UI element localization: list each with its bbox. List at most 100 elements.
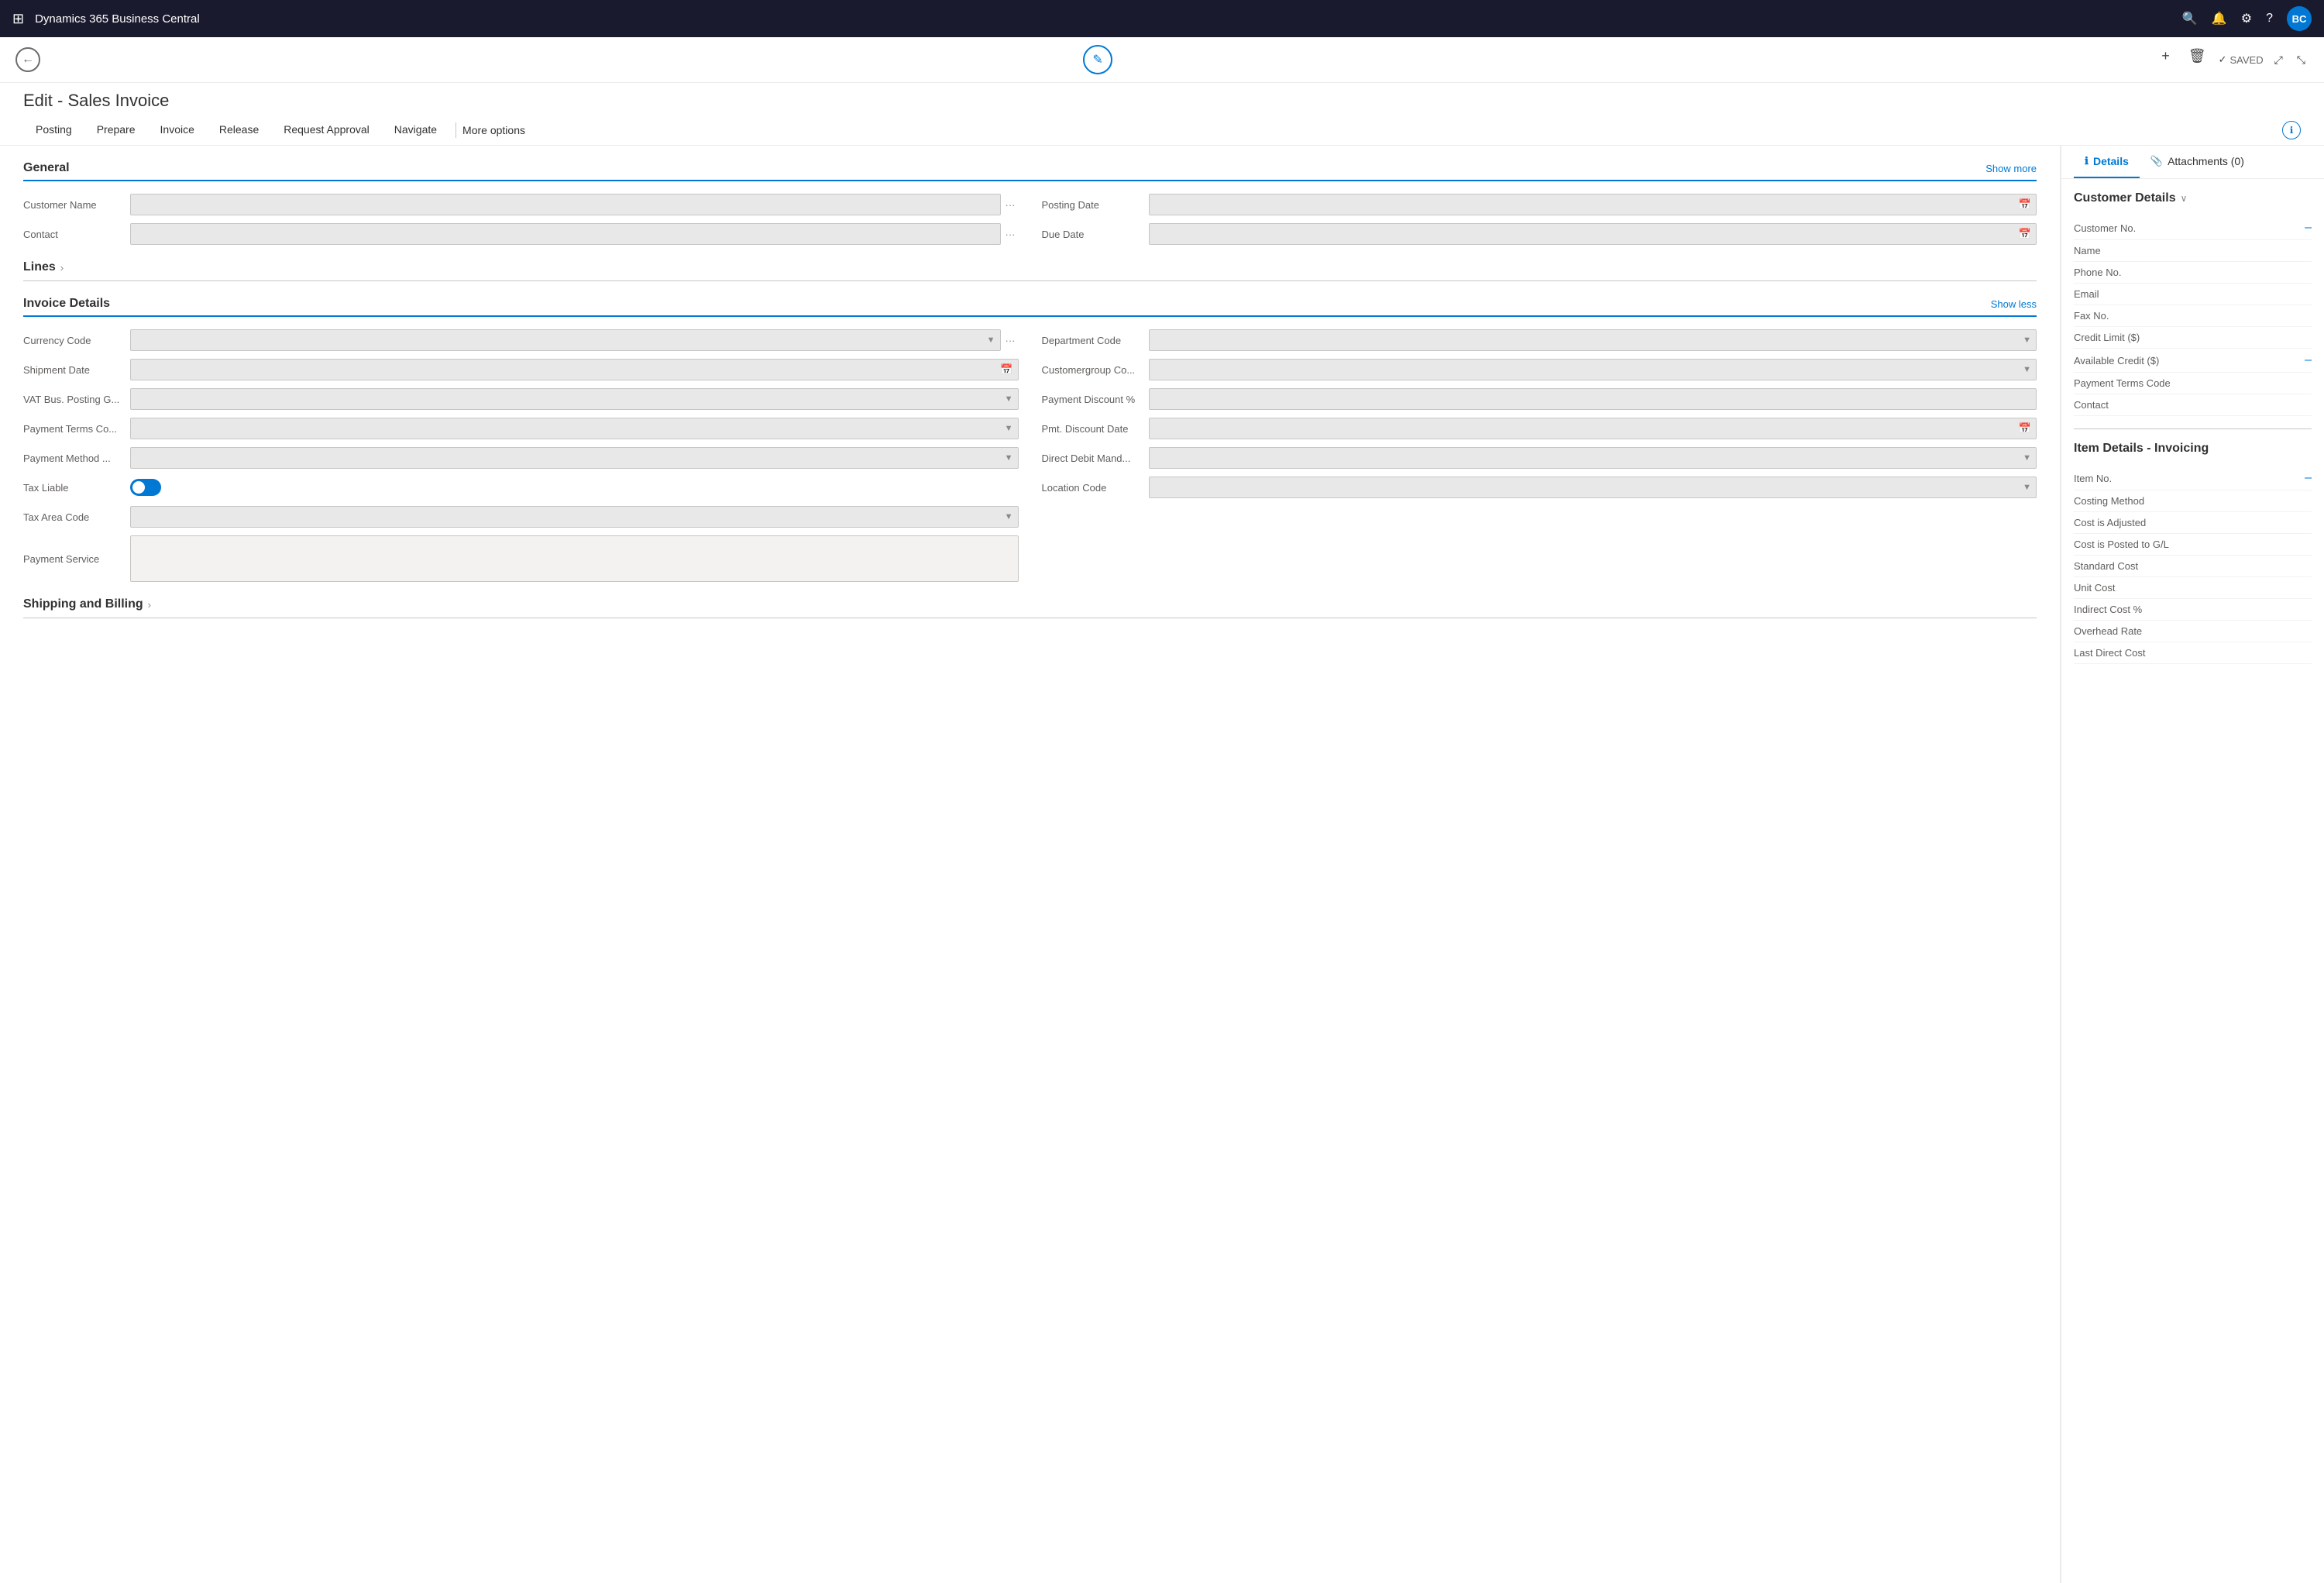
back-button[interactable]: ←	[15, 47, 40, 72]
tax-area-code-input-wrap: ▼	[130, 506, 1019, 528]
payment-terms-dropdown-icon[interactable]: ▼	[1005, 424, 1013, 433]
collapse-button[interactable]: ⤡	[2294, 50, 2309, 70]
avatar[interactable]: BC	[2287, 6, 2312, 31]
contact-input-group: ···	[130, 223, 1019, 245]
panel-divider	[2074, 428, 2312, 429]
info-button[interactable]: ℹ	[2282, 121, 2301, 139]
edit-button[interactable]: ✎	[1083, 45, 1112, 74]
location-code-label: Location Code	[1042, 482, 1143, 494]
standard-cost-label: Standard Cost	[2074, 560, 2138, 572]
tax-area-code-row: Tax Area Code ▼	[23, 506, 1019, 528]
customer-details-chevron[interactable]: ∨	[2181, 193, 2188, 204]
add-button[interactable]: +	[2158, 45, 2173, 74]
show-more-link[interactable]: Show more	[1985, 163, 2037, 174]
customer-no-value[interactable]: –	[2305, 221, 2312, 235]
customer-name-label: Customer Name	[23, 199, 124, 211]
shipping-arrow-icon[interactable]: ›	[148, 599, 151, 611]
due-date-input[interactable]: 📅	[1149, 223, 2037, 245]
help-icon[interactable]: ?	[2266, 12, 2273, 26]
tab-request-approval[interactable]: Request Approval	[271, 115, 382, 145]
show-less-link[interactable]: Show less	[1991, 298, 2037, 310]
cd-payment-terms-row: Payment Terms Code	[2074, 373, 2312, 394]
customergroup-row: Customergroup Co... ▼	[1042, 359, 2037, 380]
saved-label: SAVED	[2229, 54, 2263, 66]
vat-bus-input[interactable]: ▼	[130, 388, 1019, 410]
grid-icon[interactable]: ⊞	[12, 11, 24, 27]
shipment-date-input[interactable]: 📅	[130, 359, 1019, 380]
unit-cost-row: Unit Cost	[2074, 577, 2312, 599]
contact-label: Contact	[23, 229, 124, 240]
attachments-tab-icon: 📎	[2150, 155, 2163, 167]
tax-area-code-dropdown-icon[interactable]: ▼	[1005, 512, 1013, 521]
expand-button[interactable]: ⤢	[2271, 50, 2286, 70]
payment-method-dropdown-icon[interactable]: ▼	[1005, 453, 1013, 463]
shipment-date-calendar-icon[interactable]: 📅	[1000, 363, 1012, 376]
tab-details[interactable]: ℹ Details	[2074, 146, 2140, 178]
standard-cost-row: Standard Cost	[2074, 556, 2312, 577]
cd-available-credit-value[interactable]: –	[2305, 353, 2312, 367]
item-no-value[interactable]: –	[2305, 471, 2312, 485]
tax-area-code-input[interactable]: ▼	[130, 506, 1019, 528]
lines-header: Lines ›	[23, 260, 2037, 281]
item-no-label: Item No.	[2074, 473, 2112, 484]
payment-terms-input[interactable]: ▼	[130, 418, 1019, 439]
tax-liable-toggle-wrap	[130, 479, 161, 496]
vat-bus-row: VAT Bus. Posting G... ▼	[23, 388, 1019, 410]
currency-code-row: Currency Code ▼ ···	[23, 329, 1019, 351]
payment-method-input[interactable]: ▼	[130, 447, 1019, 469]
contact-input[interactable]	[130, 223, 1001, 245]
posting-date-calendar-icon[interactable]: 📅	[2019, 198, 2031, 211]
currency-code-input[interactable]: ▼	[130, 329, 1001, 351]
toolbar-right: ✓ SAVED ⤢ ⤡	[2219, 50, 2309, 70]
invoice-details-form: Currency Code ▼ ··· Department Code	[23, 329, 2037, 582]
customer-no-row: Customer No. –	[2074, 216, 2312, 240]
tab-navigate[interactable]: Navigate	[382, 115, 449, 145]
department-code-row: Department Code ▼	[1042, 329, 2037, 351]
tab-invoice[interactable]: Invoice	[148, 115, 207, 145]
due-date-calendar-icon[interactable]: 📅	[2019, 228, 2031, 240]
tax-liable-toggle[interactable]	[130, 479, 161, 496]
currency-code-dropdown-icon[interactable]: ▼	[987, 336, 995, 345]
location-code-row: Location Code ▼	[1042, 477, 2037, 498]
more-options-button[interactable]: More options	[462, 124, 525, 136]
app-title: Dynamics 365 Business Central	[35, 12, 2182, 26]
posting-date-input[interactable]: 📅	[1149, 194, 2037, 215]
currency-code-dots-icon[interactable]: ···	[1002, 335, 1019, 346]
tab-attachments[interactable]: 📎 Attachments (0)	[2140, 146, 2255, 178]
notification-icon[interactable]: 🔔	[2212, 11, 2227, 26]
department-code-dropdown-icon[interactable]: ▼	[2023, 336, 2031, 345]
payment-discount-input[interactable]	[1149, 388, 2037, 410]
tab-release[interactable]: Release	[207, 115, 271, 145]
pmt-discount-date-calendar-icon[interactable]: 📅	[2019, 422, 2031, 435]
customergroup-dropdown-icon[interactable]: ▼	[2023, 365, 2031, 374]
payment-service-input-wrap	[130, 535, 1019, 582]
direct-debit-dropdown-icon[interactable]: ▼	[2023, 453, 2031, 463]
tab-prepare[interactable]: Prepare	[84, 115, 148, 145]
general-form: Customer Name ··· Posting Date 📅	[23, 194, 2037, 245]
search-icon[interactable]: 🔍	[2182, 11, 2198, 26]
payment-discount-row: Payment Discount %	[1042, 388, 2037, 410]
direct-debit-input[interactable]: ▼	[1149, 447, 2037, 469]
department-code-input[interactable]: ▼	[1149, 329, 2037, 351]
payment-service-input[interactable]	[130, 535, 1019, 582]
contact-dots-icon[interactable]: ···	[1002, 229, 1019, 240]
cost-posted-row: Cost is Posted to G/L	[2074, 534, 2312, 556]
location-code-input[interactable]: ▼	[1149, 477, 2037, 498]
pmt-discount-date-input[interactable]: 📅	[1149, 418, 2037, 439]
tax-liable-input-wrap	[130, 479, 1019, 496]
tab-posting[interactable]: Posting	[23, 115, 84, 145]
delete-button[interactable]: 🗑	[2185, 45, 2209, 74]
cd-email-label: Email	[2074, 288, 2099, 300]
indirect-cost-label: Indirect Cost %	[2074, 604, 2142, 615]
vat-bus-dropdown-icon[interactable]: ▼	[1005, 394, 1013, 404]
customer-name-input[interactable]	[130, 194, 1001, 215]
cd-fax-label: Fax No.	[2074, 310, 2109, 322]
customer-name-input-wrap: ···	[130, 194, 1019, 215]
customer-name-dots-icon[interactable]: ···	[1002, 199, 1019, 211]
location-code-dropdown-icon[interactable]: ▼	[2023, 483, 2031, 492]
shipping-section-header: Shipping and Billing ›	[23, 597, 2037, 618]
settings-icon[interactable]: ⚙	[2241, 11, 2252, 26]
lines-arrow-icon[interactable]: ›	[60, 262, 64, 274]
customergroup-input[interactable]: ▼	[1149, 359, 2037, 380]
page-header: Edit - Sales Invoice	[0, 83, 2324, 115]
